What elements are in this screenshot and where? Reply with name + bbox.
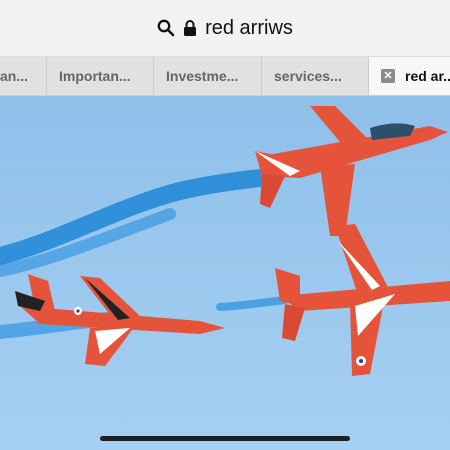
tab-bar: an... Importan... Investme... services..… [0,57,450,96]
address-query: red arriws [205,16,293,39]
lock-icon [183,19,197,37]
address-bar[interactable]: red arriws [0,0,450,57]
tab-2[interactable]: Importan... [47,57,154,95]
tab-label: an... [0,68,29,84]
tab-label: services... [274,68,342,84]
tab-label: Importan... [59,68,131,84]
tab-4[interactable]: services... [262,57,369,95]
close-icon[interactable]: ✕ [381,69,395,83]
search-icon [157,19,175,37]
tab-label: red ar.. [405,68,450,84]
tab-1[interactable]: an... [0,57,47,95]
home-indicator[interactable] [100,436,350,441]
red-arrows-photo [0,96,450,450]
tab-label: Investme... [166,68,239,84]
tab-3[interactable]: Investme... [154,57,262,95]
page-content-image [0,96,450,450]
tab-5-active[interactable]: ✕ red ar.. [369,57,450,95]
